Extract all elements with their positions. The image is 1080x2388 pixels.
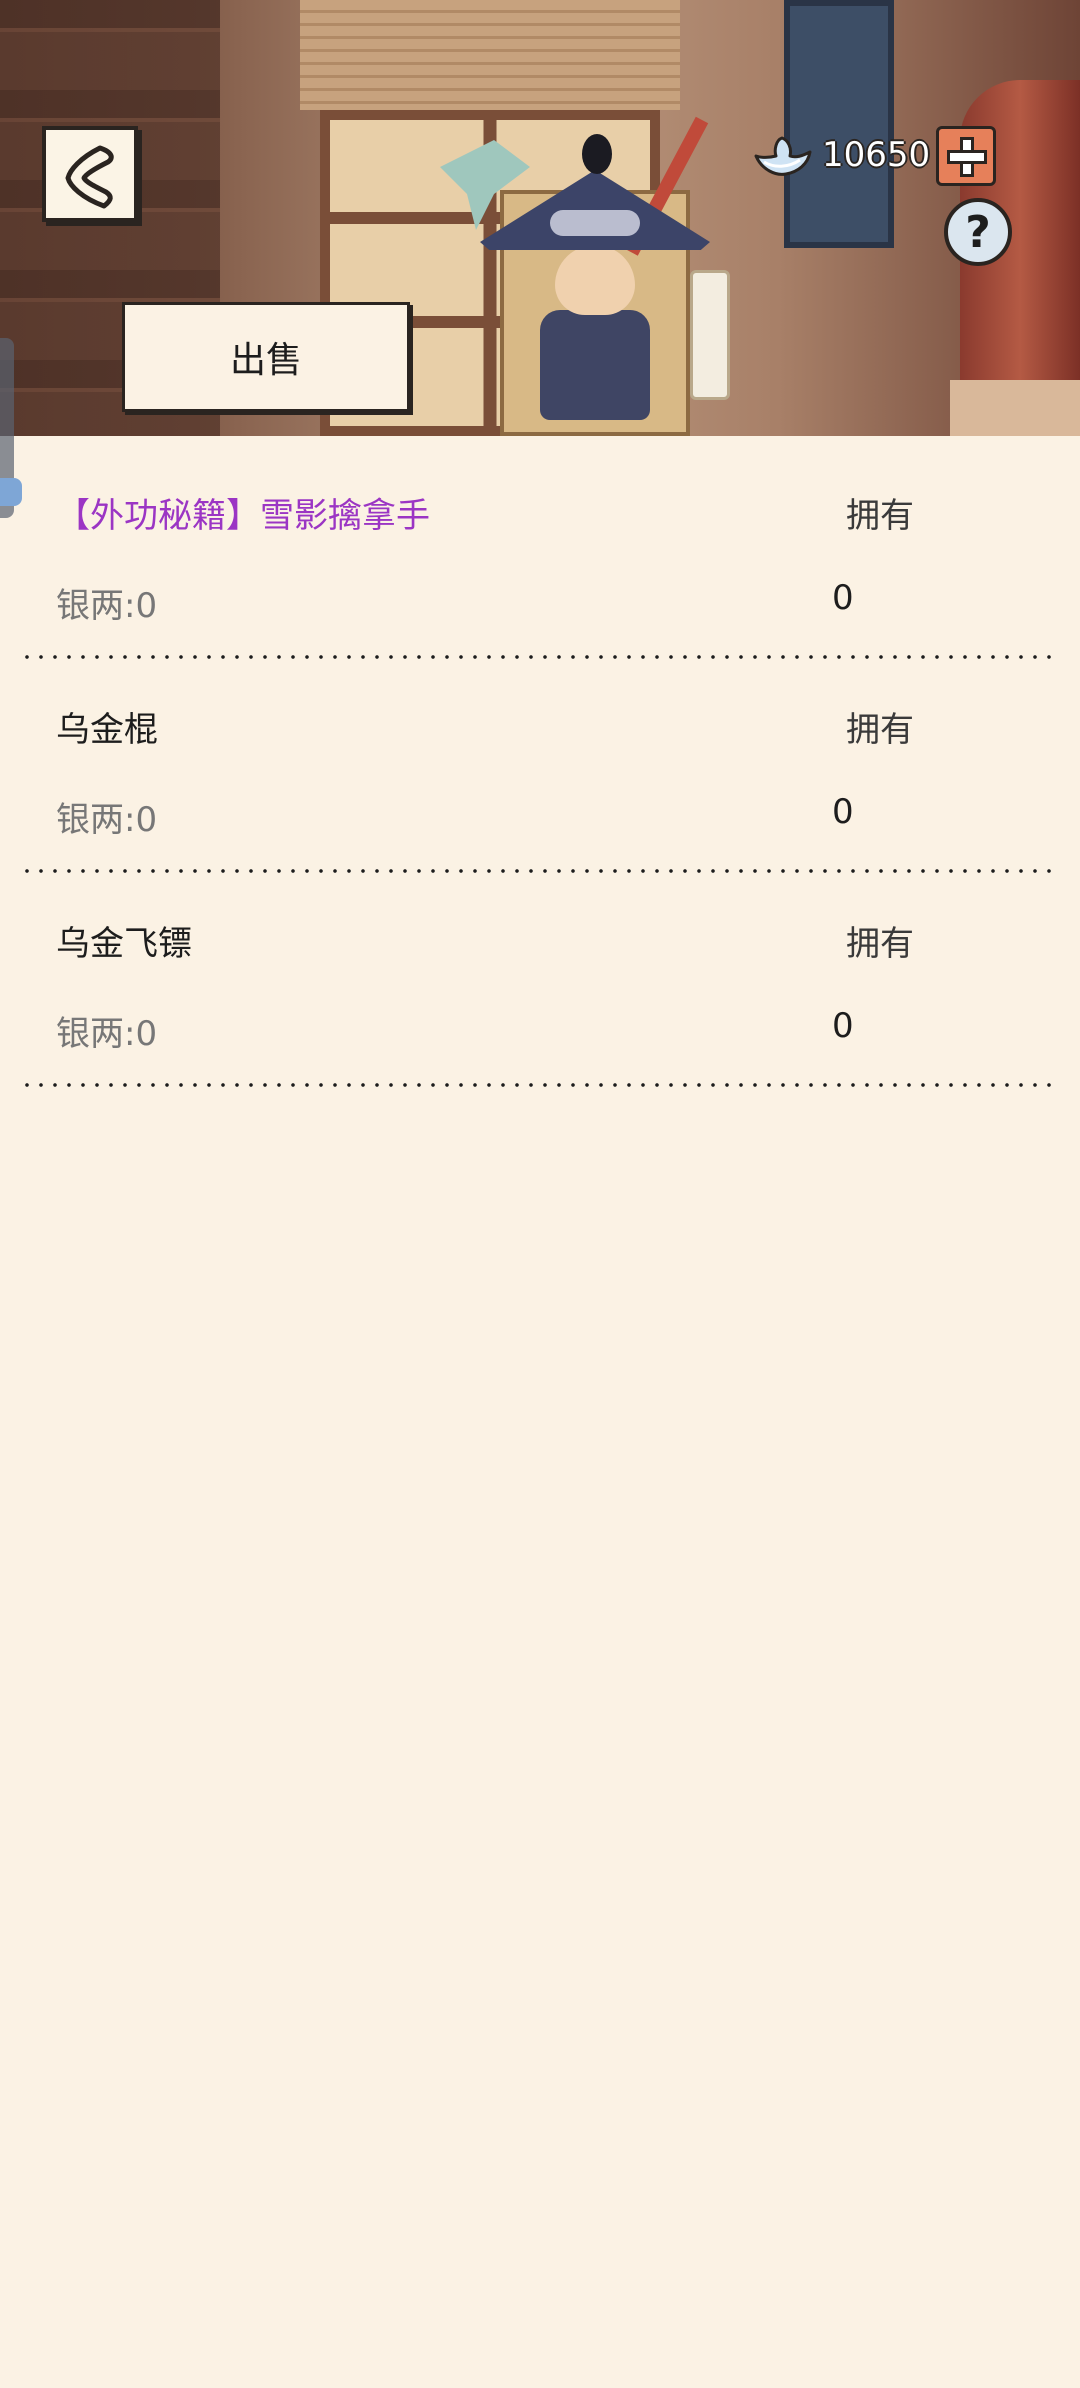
item-name: 乌金棍 [56,710,158,750]
item-name: 【外功秘籍】雪影擒拿手 [56,496,430,536]
owned-count: 0 [832,1006,854,1046]
merchant-head [555,245,635,315]
shop-banner: 出售 10650 ? [0,0,1080,436]
list-item[interactable]: 【外功秘籍】雪影擒拿手 拥有 银两:0 0 [0,436,1080,660]
add-currency-button[interactable] [936,126,996,186]
back-chevron-icon [65,145,114,209]
owned-label: 拥有 [846,710,914,750]
item-price: 银两:0 [56,1014,158,1054]
owned-count: 0 [832,792,854,832]
table-background [950,380,1080,436]
currency-amount: 10650 [822,135,931,175]
sell-item-list: 【外功秘籍】雪影擒拿手 拥有 银两:0 0 乌金棍 拥有 银两:0 0 乌金飞镖… [0,436,1080,1088]
help-button[interactable]: ? [944,198,1012,266]
owned-label: 拥有 [846,924,914,964]
dotted-divider [20,1082,1060,1088]
owned-label: 拥有 [846,496,914,536]
list-item[interactable]: 乌金飞镖 拥有 银两:0 0 [0,864,1080,1088]
currency-display: 10650 [752,120,930,190]
silver-ingot-icon [754,136,812,176]
item-price: 银两:0 [56,586,158,626]
back-button[interactable] [42,126,138,222]
sell-button[interactable]: 出售 [122,302,410,412]
window-blind-background [300,0,680,110]
item-name: 乌金飞镖 [56,924,192,964]
merchant-character [440,116,740,436]
item-price: 银两:0 [56,800,158,840]
owned-count: 0 [832,578,854,618]
scroll-illustration [690,270,730,400]
list-item[interactable]: 乌金棍 拥有 银两:0 0 [0,650,1080,874]
merchant-body [540,310,650,420]
merchant-topknot [582,134,612,174]
